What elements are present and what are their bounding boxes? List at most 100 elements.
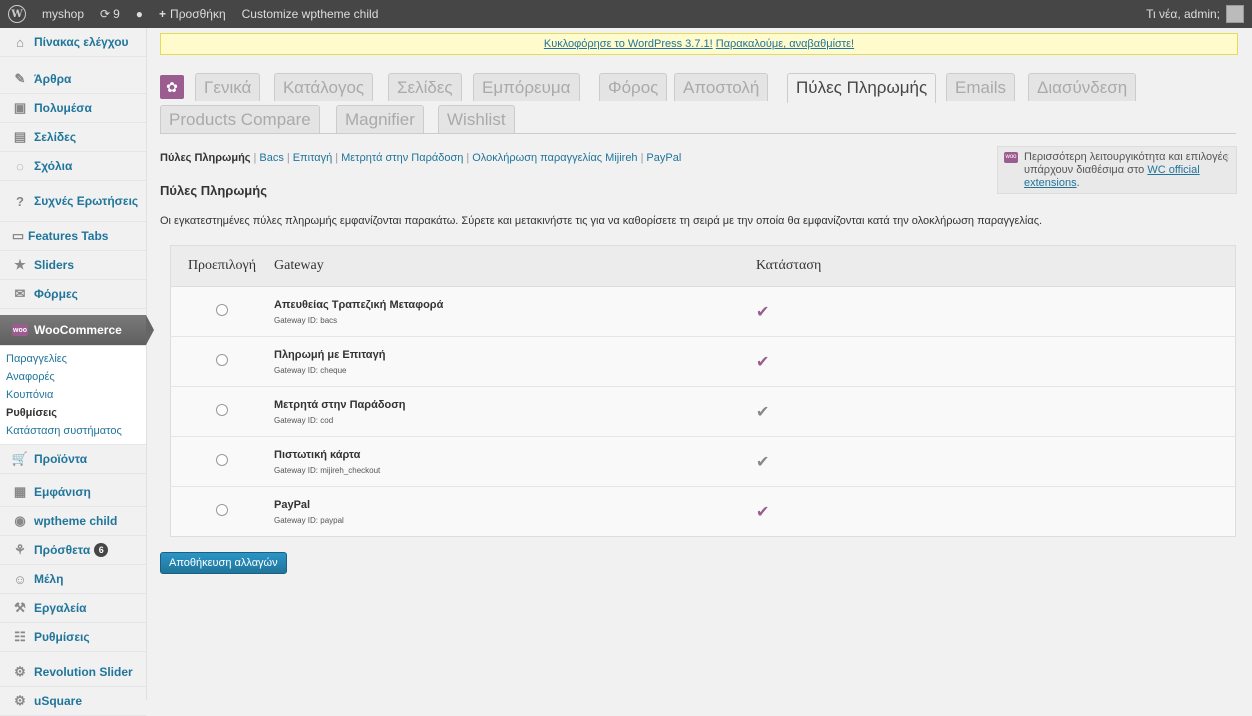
- gateway-name: Πιστωτική κάρτα: [274, 448, 361, 461]
- promo-end: .: [1076, 177, 1080, 189]
- default-radio-cod[interactable]: [216, 404, 228, 416]
- header-default: Προεπιλογή: [170, 245, 273, 287]
- wp-logo-menu[interactable]: W: [0, 0, 34, 28]
- update-notice-text[interactable]: Κυκλοφόρησε το WordPress 3.7.1!: [544, 38, 713, 50]
- avatar: [1226, 5, 1244, 23]
- tab-shipping[interactable]: Αποστολή: [674, 73, 769, 101]
- updates-link[interactable]: ⟳ 9: [92, 0, 128, 28]
- submenu-reports[interactable]: Αναφορές: [0, 368, 146, 386]
- save-changes-button[interactable]: Αποθήκευση αλλαγών: [160, 552, 287, 574]
- table-row[interactable]: Πιστωτική κάρτα Gateway ID: mijireh_check…: [170, 436, 1236, 487]
- submenu-orders[interactable]: Παραγγελίες: [0, 350, 146, 368]
- sidebar-item-media[interactable]: ▣ Πολυμέσα: [0, 94, 146, 123]
- default-radio-cheque[interactable]: [216, 354, 228, 366]
- tab-magnifier[interactable]: Magnifier: [336, 105, 424, 133]
- subnav-paypal[interactable]: PayPal: [646, 152, 681, 164]
- site-name-link[interactable]: myshop: [34, 0, 92, 28]
- update-notice-link[interactable]: Παρακαλούμε, αναβαθμίστε!: [716, 38, 854, 50]
- subnav-payment-gateways[interactable]: Πύλες Πληρωμής: [160, 152, 251, 164]
- check-icon: ✔: [756, 503, 770, 521]
- plugin-icon: ⚘: [14, 542, 26, 557]
- sidebar-item-features-tabs[interactable]: ▭ Features Tabs: [0, 222, 146, 251]
- sidebar-item-wptheme-child[interactable]: ◉ wptheme child: [0, 507, 146, 536]
- sidebar-item-dashboard[interactable]: ⌂ Πίνακας ελέγχου: [0, 28, 146, 57]
- sidebar-item-users[interactable]: ☺ Μέλη: [0, 565, 146, 594]
- table-row[interactable]: PayPal Gateway ID: paypal ✔: [171, 487, 1236, 537]
- tab-tax[interactable]: Φόρος: [599, 73, 668, 101]
- gear-icon: ⚙: [14, 664, 26, 679]
- gear-icon: ⚙: [14, 693, 26, 708]
- default-radio-mijireh[interactable]: [216, 454, 228, 466]
- cart-icon: 🛒: [11, 451, 29, 466]
- gateway-id: Gateway ID: paypal: [274, 515, 344, 525]
- check-icon: ✔: [756, 353, 770, 371]
- check-icon: ✔: [756, 403, 770, 421]
- table-row[interactable]: Πληρωμή με Επιταγή Gateway ID: cheque ✔: [170, 336, 1236, 387]
- sidebar-item-revolution-slider[interactable]: ⚙ Revolution Slider: [0, 658, 146, 687]
- gateways-table: Προεπιλογή Gateway Κατάσταση Απευθείας Τ…: [170, 245, 1236, 537]
- tab-pages[interactable]: Σελίδες: [388, 73, 462, 101]
- subnav-cheque[interactable]: Επιταγή: [293, 152, 333, 164]
- submenu-settings[interactable]: Ρυθμίσεις: [0, 404, 146, 422]
- gateway-name: Πληρωμή με Επιταγή: [274, 348, 386, 361]
- tab-general[interactable]: Γενικά: [195, 73, 261, 101]
- tab-catalog[interactable]: Κατάλογος: [274, 73, 374, 101]
- my-account-link[interactable]: Τι νέα, admin;: [1138, 0, 1252, 28]
- sidebar-item-woocommerce[interactable]: woo WooCommerce: [0, 315, 154, 346]
- subnav-cod[interactable]: Μετρητά στην Παράδοση: [341, 152, 463, 164]
- new-content-link[interactable]: + Προσθήκη: [151, 0, 234, 28]
- tab-inventory[interactable]: Εμπόρευμα: [473, 73, 580, 101]
- faq-icon: ?: [16, 193, 24, 209]
- pin-icon: ✎: [14, 71, 26, 86]
- tab-payment-gateways[interactable]: Πύλες Πληρωμής: [787, 73, 937, 103]
- tab-wishlist[interactable]: Wishlist: [438, 105, 515, 133]
- section-title: Πύλες Πληρωμής: [160, 183, 267, 198]
- media-icon: ▣: [13, 100, 27, 115]
- default-radio-paypal[interactable]: [216, 504, 228, 516]
- woocommerce-gear-icon: ✿: [160, 75, 184, 99]
- woo-icon: woo: [12, 324, 28, 336]
- new-label: Προσθήκη: [170, 7, 226, 21]
- sidebar-item-usquare[interactable]: ⚙ uSquare: [0, 687, 146, 716]
- plus-icon: +: [159, 7, 167, 21]
- sidebar-item-faq[interactable]: ? Συχνές Ερωτήσεις: [0, 181, 146, 222]
- sidebar-item-settings[interactable]: ☷ Ρυθμίσεις: [0, 623, 146, 652]
- submenu-system-status[interactable]: Κατάσταση συστήματος: [0, 422, 146, 440]
- theme-icon: ◉: [14, 513, 26, 528]
- sidebar-item-posts[interactable]: ✎ Άρθρα: [0, 65, 146, 94]
- header-gateway: Gateway: [273, 245, 755, 287]
- sidebar-item-plugins[interactable]: ⚘ Πρόσθετα 6: [0, 536, 146, 565]
- subnav-bacs[interactable]: Bacs: [259, 152, 283, 164]
- woo-icon: woo: [1004, 152, 1018, 163]
- sidebar-item-comments[interactable]: ◌ Σχόλια: [0, 152, 146, 181]
- extensions-promo: woo ✕ Περισσότερη λειτουργικότητα και επ…: [997, 146, 1237, 194]
- gateway-name: PayPal: [274, 498, 311, 511]
- default-radio-bacs[interactable]: [216, 304, 228, 316]
- check-icon: ✔: [756, 453, 770, 471]
- table-header-row: Προεπιλογή Gateway Κατάσταση: [170, 245, 1236, 287]
- table-row[interactable]: Απευθείας Τραπεζική Μεταφορά Gateway ID: …: [170, 286, 1236, 337]
- sidebar-item-pages[interactable]: ▤ Σελίδες: [0, 123, 146, 152]
- customize-link[interactable]: Customize wptheme child: [234, 0, 387, 28]
- subnav-mijireh[interactable]: Ολοκλήρωση παραγγελίας Mijireh: [472, 152, 637, 164]
- table-row[interactable]: Μετρητά στην Παράδοση Gateway ID: cod ✔: [170, 386, 1236, 437]
- comment-bubble-icon: ●: [135, 7, 144, 21]
- close-icon[interactable]: ✕: [1222, 151, 1230, 164]
- gateway-id: Gateway ID: cod: [274, 415, 334, 425]
- sidebar-item-products[interactable]: 🛒 Προϊόντα: [0, 445, 146, 474]
- tab-integration[interactable]: Διασύνδεση: [1028, 73, 1137, 101]
- tab-emails[interactable]: Emails: [946, 73, 1016, 101]
- settings-icon: ☷: [14, 629, 26, 644]
- update-notice: Κυκλοφόρησε το WordPress 3.7.1! Παρακαλο…: [160, 33, 1238, 55]
- tab-products-compare[interactable]: Products Compare: [160, 105, 320, 133]
- sidebar-item-forms[interactable]: ✉ Φόρμες: [0, 280, 146, 309]
- wordpress-logo-icon: W: [8, 5, 26, 23]
- settings-tabs: ✿ Γενικά Κατάλογος Σελίδες Εμπόρευμα Φόρ…: [160, 73, 1236, 134]
- users-icon: ☺: [13, 571, 27, 587]
- woocommerce-submenu: Παραγγελίες Αναφορές Κουπόνια Ρυθμίσεις …: [0, 346, 146, 445]
- comments-link[interactable]: ●: [128, 0, 151, 28]
- sidebar-item-appearance[interactable]: ▦ Εμφάνιση: [0, 478, 146, 507]
- submenu-coupons[interactable]: Κουπόνια: [0, 386, 146, 404]
- sidebar-item-sliders[interactable]: ★ Sliders: [0, 251, 146, 280]
- sidebar-item-tools[interactable]: ⚒ Εργαλεία: [0, 594, 146, 623]
